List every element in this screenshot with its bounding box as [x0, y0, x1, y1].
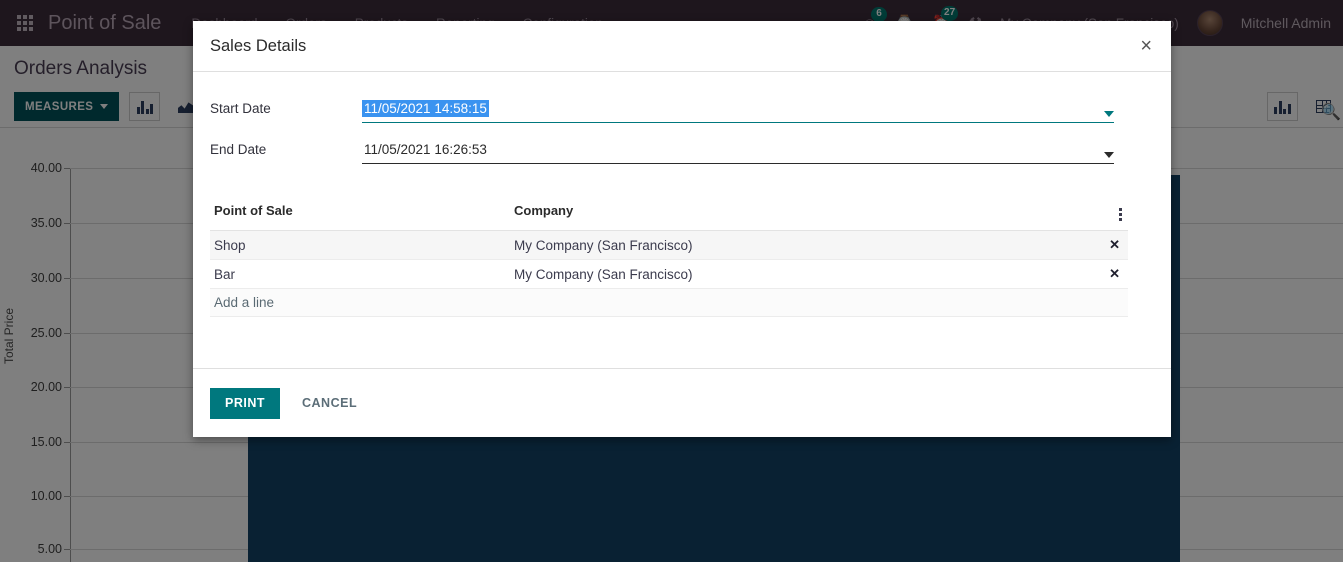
start-date-input[interactable]: 11/05/2021 14:58:15	[362, 100, 489, 117]
column-header-company[interactable]: Company	[510, 195, 1088, 231]
add-a-line-row[interactable]: Add a line	[210, 288, 1128, 317]
end-date-row: End Date 11/05/2021 16:26:53	[210, 135, 1154, 164]
start-date-underline	[362, 121, 1114, 123]
pos-lines-list: Point of Sale Company Shop My Company (S…	[210, 195, 1128, 317]
cell-company[interactable]: My Company (San Francisco)	[510, 230, 1088, 260]
add-a-line-label[interactable]: Add a line	[210, 288, 510, 317]
close-icon[interactable]: ×	[1138, 36, 1154, 56]
cell-point-of-sale[interactable]: Shop	[210, 230, 510, 260]
chevron-down-icon[interactable]	[1104, 111, 1114, 117]
add-a-line-spacer-company	[510, 288, 1088, 317]
end-date-control[interactable]: 11/05/2021 16:26:53	[362, 135, 1114, 164]
dialog-body: Start Date 11/05/2021 14:58:15 End Date …	[193, 72, 1171, 368]
cell-company[interactable]: My Company (San Francisco)	[510, 259, 1088, 289]
dialog-header: Sales Details ×	[193, 21, 1171, 72]
start-date-label: Start Date	[210, 101, 271, 116]
start-date-control[interactable]: 11/05/2021 14:58:15	[362, 94, 1114, 123]
add-a-line-spacer-action	[1088, 288, 1128, 317]
table-row[interactable]: Bar My Company (San Francisco) ✕	[210, 259, 1128, 289]
delete-row-icon[interactable]: ✕	[1088, 230, 1128, 260]
delete-row-icon[interactable]: ✕	[1088, 259, 1128, 289]
dialog-footer: PRINT CANCEL	[193, 368, 1171, 437]
cell-point-of-sale[interactable]: Bar	[210, 259, 510, 289]
table-row[interactable]: Shop My Company (San Francisco) ✕	[210, 230, 1128, 260]
end-date-label: End Date	[210, 142, 267, 157]
column-header-point-of-sale[interactable]: Point of Sale	[210, 195, 510, 231]
table-header-row: Point of Sale Company	[210, 195, 1128, 231]
end-date-underline	[362, 163, 1114, 164]
print-button[interactable]: PRINT	[210, 387, 280, 419]
sales-details-dialog: Sales Details × Start Date 11/05/2021 14…	[193, 21, 1171, 437]
vertical-dots-icon[interactable]	[1119, 208, 1122, 221]
cancel-button[interactable]: CANCEL	[294, 388, 365, 419]
end-date-input[interactable]: 11/05/2021 16:26:53	[362, 141, 489, 158]
start-date-row: Start Date 11/05/2021 14:58:15	[210, 94, 1154, 123]
app-root: Point of Sale Dashboard Orders Products …	[0, 0, 1343, 562]
pos-lines-table: Point of Sale Company Shop My Company (S…	[210, 195, 1128, 317]
chevron-down-icon[interactable]	[1104, 152, 1114, 158]
dialog-title: Sales Details	[210, 36, 307, 55]
column-options	[1088, 195, 1128, 231]
